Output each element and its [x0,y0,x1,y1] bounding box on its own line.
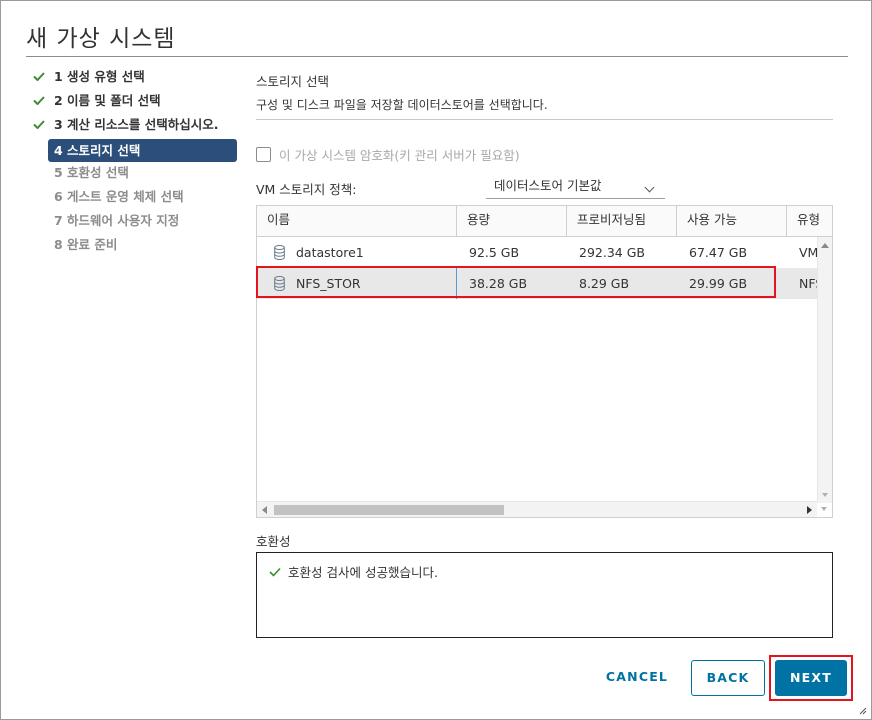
section-divider [256,119,833,120]
step-3[interactable]: 3 계산 리소스를 선택하십시오. [31,115,241,139]
new-vm-dialog: 새 가상 시스템 1 생성 유형 선택 2 이름 및 폴더 선택 3 계산 리소… [0,0,872,720]
step-4[interactable]: 4 스토리지 선택 [48,139,237,162]
datastore-grid: 이름 용량 프로비저닝됨 사용 가능 유형 datastore1 92.5 GB… [256,205,833,518]
policy-value: 데이터스토어 기본값 [494,178,602,193]
scroll-down-icon[interactable] [822,493,828,497]
step-label: 5 호환성 선택 [54,165,129,180]
compat-message: 호환성 검사에 성공했습니다. [269,562,438,581]
step-label: 6 게스트 운영 체제 선택 [54,189,184,204]
step-label: 4 스토리지 선택 [54,143,141,158]
column-header-name[interactable]: 이름 [257,206,457,237]
step-7: 7 하드웨어 사용자 지정 [31,211,241,235]
step-5: 5 호환성 선택 [31,163,241,187]
scroll-right-icon[interactable] [807,506,812,514]
grid-header: 이름 용량 프로비저닝됨 사용 가능 유형 [257,206,832,237]
scrollbar-thumb[interactable] [274,505,504,515]
policy-select[interactable]: 데이터스토어 기본값 [486,175,665,199]
section-title: 스토리지 선택 [256,74,329,89]
chevron-down-icon [644,182,655,193]
compat-label: 호환성 [256,534,291,549]
wizard-steps: 1 생성 유형 선택 2 이름 및 폴더 선택 3 계산 리소스를 선택하십시오… [31,67,241,259]
scroll-left-icon[interactable] [262,506,267,514]
encrypt-option: 이 가상 시스템 암호화(키 관리 서버가 필요함) [256,146,520,163]
step-8: 8 완료 준비 [31,235,241,259]
compat-panel: 호환성 검사에 성공했습니다. [256,552,833,638]
column-header-provisioned[interactable]: 프로비저닝됨 [567,206,677,237]
title-divider [26,56,848,57]
section-description: 구성 및 디스크 파일을 저장할 데이터스토어를 선택합니다. [256,98,548,112]
cancel-button[interactable]: CANCEL [597,660,677,696]
column-header-capacity[interactable]: 용량 [457,206,567,237]
compat-message-text: 호환성 검사에 성공했습니다. [288,565,438,580]
check-icon [33,120,45,129]
scroll-corner-icon [821,507,827,511]
check-icon [33,96,45,105]
selection-highlight-box [256,266,776,298]
encrypt-checkbox[interactable] [256,146,271,162]
horizontal-scrollbar[interactable] [257,501,827,517]
step-6: 6 게스트 운영 체제 선택 [31,187,241,211]
scroll-up-icon[interactable] [821,243,829,248]
cell-provisioned: 292.34 GB [579,245,645,260]
cell-type: NFS [799,276,817,291]
step-label: 2 이름 및 폴더 선택 [54,93,161,108]
resize-grip-icon[interactable] [859,707,867,715]
step-label: 1 생성 유형 선택 [54,69,145,84]
step-label: 3 계산 리소스를 선택하십시오. [54,117,219,132]
next-highlight-box [769,655,853,701]
vertical-scrollbar[interactable] [817,237,832,503]
cell-name: datastore1 [296,245,364,260]
cell-capacity: 92.5 GB [469,245,520,260]
step-label: 7 하드웨어 사용자 지정 [54,213,180,228]
column-header-free[interactable]: 사용 가능 [677,206,787,237]
cell-type: VMFS [799,245,817,260]
policy-label: VM 스토리지 정책: [256,182,357,197]
dialog-title: 새 가상 시스템 [26,26,176,52]
column-header-type[interactable]: 유형 [787,206,832,237]
cell-free: 67.47 GB [689,245,748,260]
step-label: 8 완료 준비 [54,237,118,252]
step-2[interactable]: 2 이름 및 폴더 선택 [31,91,241,115]
check-icon [33,72,45,81]
table-row[interactable]: datastore1 92.5 GB 292.34 GB 67.47 GB VM… [257,237,817,268]
back-button[interactable]: BACK [691,660,765,696]
storage-pane: 스토리지 선택 구성 및 디스크 파일을 저장할 데이터스토어를 선택합니다. … [256,71,833,199]
step-1[interactable]: 1 생성 유형 선택 [31,67,241,91]
check-icon [269,567,281,577]
encrypt-label: 이 가상 시스템 암호화(키 관리 서버가 필요함) [279,147,520,163]
